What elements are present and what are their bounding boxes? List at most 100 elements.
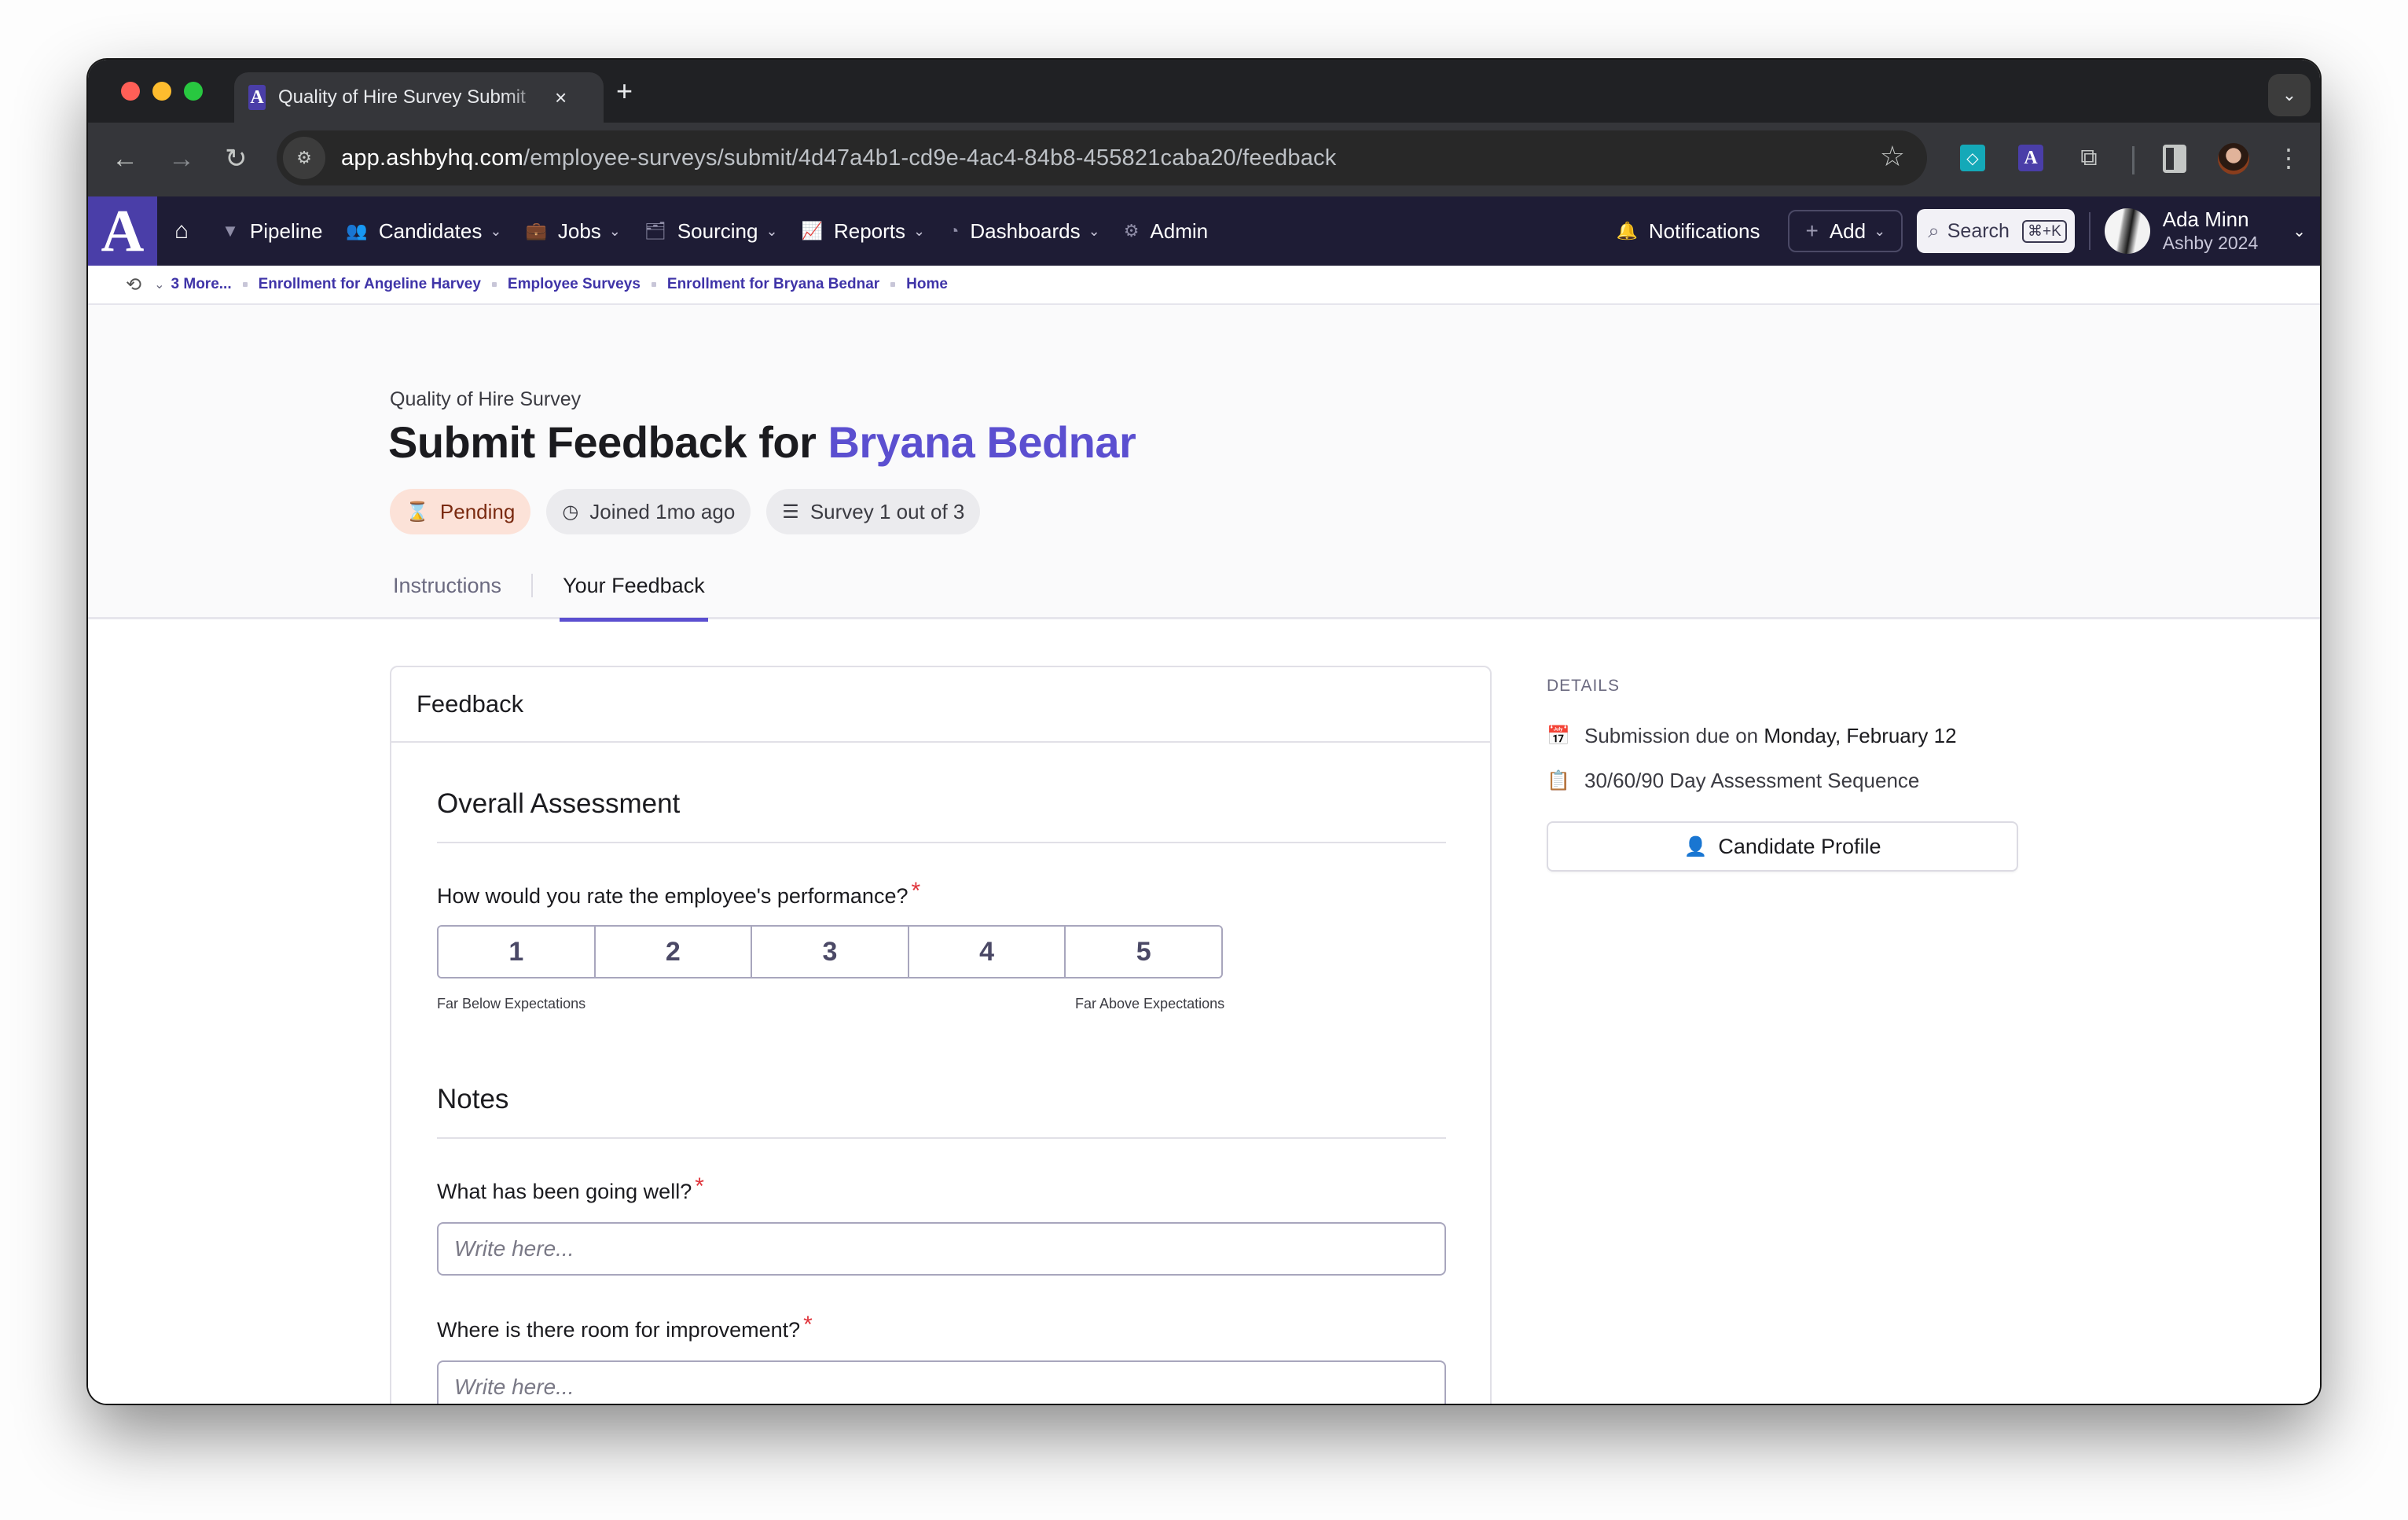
extension-teal-icon[interactable]: ◇	[1960, 145, 1985, 171]
candidates-icon: 👥	[346, 221, 368, 240]
main-content: Feedback Overall Assessment How would yo…	[88, 622, 2320, 1404]
chevron-down-icon: ⌄	[1874, 222, 1886, 239]
nav-pipeline[interactable]: ▼ Pipeline	[222, 219, 322, 244]
breadcrumb-item[interactable]: Employee Surveys	[508, 276, 641, 293]
browser-tab-active[interactable]: A Quality of Hire Survey Submit ×	[234, 72, 604, 123]
candidate-profile-button[interactable]: 👤 Candidate Profile	[1547, 821, 2018, 872]
breadcrumb-item[interactable]: Enrollment for Angeline Harvey	[259, 276, 481, 293]
checklist-icon: ☰	[782, 501, 799, 523]
candidate-profile-label: Candidate Profile	[1718, 834, 1881, 858]
search-button[interactable]: ⌕ Search ⌘+K	[1917, 209, 2075, 253]
rating-option-5[interactable]: 5	[1066, 927, 1221, 977]
breadcrumb-item[interactable]: Enrollment for Bryana Bednar	[667, 276, 879, 293]
survey-name: Quality of Hire Survey	[390, 388, 582, 410]
submission-due-date: Monday, February 12	[1764, 724, 1957, 747]
tab-search-button[interactable]: ⌄	[2268, 74, 2311, 116]
improvement-label: Where is there room for improvement? *	[437, 1312, 813, 1342]
breadcrumb: ⟲ ⌄ 3 More... Enrollment for Angeline Ha…	[88, 266, 2320, 305]
navbar-right: 🔔 Notifications + Add ⌄ ⌕ Search ⌘+K Ada…	[1616, 196, 2320, 266]
rating-option-3[interactable]: 3	[752, 927, 909, 977]
back-arrow-icon[interactable]: ←	[112, 141, 138, 176]
window-close-button[interactable]	[121, 82, 140, 101]
nav-admin-label: Admin	[1150, 218, 1209, 243]
user-avatar[interactable]	[2104, 208, 2150, 254]
nav-candidates[interactable]: 👥 Candidates ⌄	[346, 219, 501, 244]
tab-instructions[interactable]: Instructions	[390, 572, 505, 619]
feedback-card: Feedback Overall Assessment How would yo…	[390, 666, 1492, 1404]
user-menu[interactable]: Ada Minn Ashby 2024	[2163, 207, 2258, 255]
chevron-down-icon[interactable]: ⌄	[154, 277, 164, 292]
tab-close-icon[interactable]: ×	[555, 86, 567, 110]
breadcrumb-item[interactable]: Home	[906, 276, 948, 293]
nav-admin[interactable]: ⚙ Admin	[1124, 219, 1208, 244]
sequence-row: 📋 30/60/90 Day Assessment Sequence	[1547, 769, 2018, 793]
notifications-button[interactable]: 🔔 Notifications	[1616, 219, 1760, 244]
home-icon[interactable]: ⌂	[174, 218, 189, 244]
briefcase-icon: 💼	[525, 221, 547, 240]
side-panel-icon[interactable]	[2163, 145, 2186, 173]
url-text[interactable]: app.ashbyhq.com/employee-surveys/submit/…	[341, 145, 1336, 171]
nav-pipeline-label: Pipeline	[249, 218, 323, 243]
toolbar-divider	[2132, 146, 2135, 174]
tab-your-feedback[interactable]: Your Feedback	[560, 572, 708, 622]
user-menu-chevron-icon[interactable]: ⌄	[2292, 222, 2306, 241]
rating-question-text: How would you rate the employee's perfor…	[437, 884, 909, 908]
rating-option-4[interactable]: 4	[909, 927, 1066, 977]
window-zoom-button[interactable]	[184, 82, 203, 101]
tab-divider	[531, 574, 534, 597]
sequence-name: 30/60/90 Day Assessment Sequence	[1584, 769, 1920, 792]
breadcrumb-separator	[491, 282, 497, 287]
nav-jobs[interactable]: 💼 Jobs ⌄	[525, 219, 620, 244]
hourglass-icon: ⌛	[406, 501, 429, 523]
site-info-icon[interactable]: ⚙	[283, 137, 325, 179]
improvement-input[interactable]	[437, 1360, 1446, 1404]
reload-icon[interactable]: ↻	[225, 141, 248, 176]
joined-label: Joined 1mo ago	[589, 499, 736, 523]
address-bar[interactable]: ⚙ app.ashbyhq.com/employee-surveys/submi…	[277, 130, 1927, 185]
nav-sourcing[interactable]: 🗂 Sourcing ⌄	[644, 219, 778, 244]
history-icon[interactable]: ⟲	[126, 274, 141, 296]
survey-progress-label: Survey 1 out of 3	[809, 499, 965, 523]
nav-jobs-label: Jobs	[557, 218, 601, 243]
browser-toolbar: ← → ↻ ⚙ app.ashbyhq.com/employee-surveys…	[88, 123, 2320, 196]
extensions-puzzle-icon[interactable]: ⧉	[2076, 145, 2101, 171]
required-asterisk: *	[911, 878, 921, 904]
search-icon: ⌕	[1928, 218, 1940, 242]
nav-candidates-label: Candidates	[378, 218, 483, 243]
required-asterisk: *	[695, 1173, 704, 1199]
extension-ashby-icon[interactable]: A	[2018, 145, 2043, 171]
employee-name-link[interactable]: Bryana Bednar	[828, 417, 1136, 467]
status-pills: ⌛ Pending ◷ Joined 1mo ago ☰ Survey 1 ou…	[390, 489, 996, 534]
going-well-input[interactable]	[437, 1222, 1446, 1276]
user-org: Ashby 2024	[2162, 233, 2259, 253]
ashby-logo[interactable]: A	[88, 196, 157, 266]
new-tab-button[interactable]: +	[616, 75, 633, 107]
rating-option-2[interactable]: 2	[595, 927, 753, 977]
joined-badge: ◷ Joined 1mo ago	[546, 489, 751, 534]
window-minimize-button[interactable]	[152, 82, 171, 101]
chevron-down-icon: ⌄	[913, 222, 926, 239]
rating-option-1[interactable]: 1	[439, 927, 596, 977]
status-badge: ⌛ Pending	[390, 489, 531, 534]
page-tabs: Instructions Your Feedback	[390, 572, 708, 622]
clock-icon: ◷	[562, 501, 579, 523]
add-button[interactable]: + Add ⌄	[1788, 210, 1903, 252]
nav-dashboards[interactable]: ◔ Dashboards ⌄	[949, 219, 1100, 244]
tab-title: Quality of Hire Survey Submit	[278, 86, 526, 108]
url-path: /employee-surveys/submit/4d47a4b1-cd9e-4…	[523, 145, 1337, 171]
nav-reports[interactable]: 📈 Reports ⌄	[802, 219, 926, 244]
browser-menu-icon[interactable]: ⋮	[2276, 138, 2301, 178]
rating-min-label: Far Below Expectations	[437, 996, 586, 1011]
browser-profile-avatar[interactable]	[2218, 143, 2249, 174]
forward-arrow-icon[interactable]: →	[168, 141, 195, 176]
bookmark-star-icon[interactable]: ☆	[1880, 140, 1905, 173]
navbar-divider	[2088, 212, 2090, 250]
details-panel: DETAILS 📅 Submission due on Monday, Febr…	[1547, 666, 2018, 872]
breadcrumb-more[interactable]: 3 More...	[171, 276, 232, 293]
nav-dashboards-label: Dashboards	[970, 218, 1081, 243]
chevron-down-icon: ⌄	[608, 222, 621, 239]
submission-due-prefix: Submission due on	[1584, 724, 1759, 747]
rating-scale: 1 2 3 4 5	[437, 925, 1223, 978]
submission-due-row: 📅 Submission due on Monday, February 12	[1547, 724, 2018, 748]
nav-reports-label: Reports	[833, 218, 905, 243]
